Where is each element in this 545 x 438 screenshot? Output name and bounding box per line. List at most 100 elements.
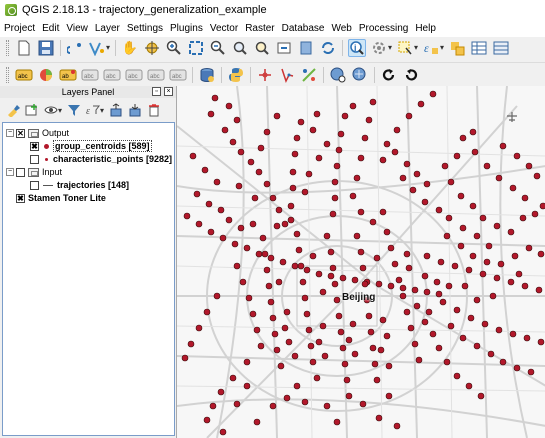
close-panel-icon[interactable]: × bbox=[164, 87, 173, 96]
centroid-point bbox=[437, 258, 445, 266]
select-by-expression-icon[interactable]: ε bbox=[422, 39, 440, 57]
map-svg[interactable] bbox=[177, 86, 545, 438]
pin-labels-icon[interactable]: abc bbox=[81, 66, 99, 84]
centroid-point bbox=[345, 336, 353, 344]
collapse-all-icon[interactable] bbox=[127, 103, 142, 118]
layer-characteristic-points-row[interactable]: characteristic_points [9282] bbox=[30, 153, 172, 165]
float-panel-icon[interactable]: ▫ bbox=[152, 87, 161, 96]
pan-hand-icon[interactable]: ✋ bbox=[121, 39, 139, 57]
centroid-point bbox=[229, 138, 237, 146]
group-input-checkbox[interactable] bbox=[16, 167, 25, 177]
menu-plugins[interactable]: Plugins bbox=[170, 23, 203, 34]
snapping-icon[interactable] bbox=[278, 66, 296, 84]
menu-settings[interactable]: Settings bbox=[127, 23, 163, 34]
menu-web[interactable]: Web bbox=[331, 23, 351, 34]
centroid-point bbox=[219, 428, 227, 436]
field-calculator-icon[interactable] bbox=[492, 39, 510, 57]
toolbar-grip[interactable] bbox=[6, 39, 9, 56]
add-group-icon[interactable] bbox=[24, 103, 39, 118]
centroid-point bbox=[279, 258, 287, 266]
map-canvas[interactable]: Beijing bbox=[176, 86, 545, 438]
centroid-point bbox=[479, 214, 487, 222]
globe-query-icon[interactable] bbox=[329, 66, 347, 84]
centroid-point bbox=[297, 262, 305, 270]
show-hide-labels-icon[interactable]: abc bbox=[103, 66, 121, 84]
run-action-icon[interactable] bbox=[370, 39, 388, 57]
zoom-full-icon[interactable] bbox=[187, 39, 205, 57]
svg-text:ε: ε bbox=[86, 106, 90, 117]
centroid-point bbox=[495, 326, 503, 334]
move-label-icon[interactable]: abc bbox=[125, 66, 143, 84]
centroid-point bbox=[291, 352, 299, 360]
centroid-point bbox=[407, 324, 415, 332]
filter-by-expression-icon[interactable]: ε bbox=[85, 103, 100, 118]
select-features-icon[interactable] bbox=[396, 39, 414, 57]
menu-database[interactable]: Database bbox=[282, 23, 325, 34]
change-label-icon[interactable]: abc bbox=[169, 66, 187, 84]
layer-trajectories-checkbox[interactable] bbox=[30, 180, 39, 190]
group-output-row[interactable]: − ✕ Output bbox=[6, 127, 69, 139]
centroid-point bbox=[303, 266, 311, 274]
centroid-point bbox=[295, 246, 303, 254]
zoom-out-icon[interactable] bbox=[209, 39, 227, 57]
save-project-icon[interactable] bbox=[37, 39, 55, 57]
digitize-line-icon[interactable] bbox=[256, 66, 274, 84]
open-project-icon[interactable] bbox=[66, 39, 84, 57]
open-layer-styling-icon[interactable] bbox=[5, 103, 20, 118]
collapse-icon[interactable]: − bbox=[6, 129, 14, 137]
menu-edit[interactable]: Edit bbox=[42, 23, 59, 34]
centroid-point bbox=[339, 274, 347, 282]
highlight-pinned-labels-icon[interactable]: ab bbox=[59, 66, 77, 84]
vector-style-icon[interactable] bbox=[88, 39, 106, 57]
pan-to-selection-icon[interactable] bbox=[143, 39, 161, 57]
rotate-label-icon[interactable]: abc bbox=[147, 66, 165, 84]
layer-diagram-icon[interactable] bbox=[37, 66, 55, 84]
centroid-point bbox=[309, 252, 317, 260]
new-project-icon[interactable] bbox=[15, 39, 33, 57]
centroid-point bbox=[309, 126, 317, 134]
menu-project[interactable]: Project bbox=[4, 23, 35, 34]
menu-raster[interactable]: Raster bbox=[245, 23, 274, 34]
zoom-layer-icon[interactable] bbox=[231, 39, 249, 57]
layer-group-centroids-row[interactable]: ✖ group_centroids [589] bbox=[30, 140, 152, 152]
python-console-icon[interactable] bbox=[227, 66, 245, 84]
layer-basemap-checkbox[interactable]: ✖ bbox=[16, 193, 25, 203]
label-toolbar-icon[interactable]: abc bbox=[15, 66, 33, 84]
centroid-point bbox=[447, 178, 455, 186]
undo-icon[interactable] bbox=[402, 66, 420, 84]
zoom-in-icon[interactable] bbox=[165, 39, 183, 57]
filter-legend-icon[interactable] bbox=[66, 103, 81, 118]
group-input-row[interactable]: − Input bbox=[6, 166, 62, 178]
expand-all-icon[interactable] bbox=[108, 103, 123, 118]
layer-trajectories-row[interactable]: trajectories [148] bbox=[30, 179, 129, 191]
menu-processing[interactable]: Processing bbox=[359, 23, 408, 34]
centroid-point bbox=[483, 258, 491, 266]
globe-search-icon[interactable] bbox=[351, 66, 369, 84]
centroid-point bbox=[265, 282, 273, 290]
vertex-tool-icon[interactable] bbox=[300, 66, 318, 84]
layer-basemap-row[interactable]: ✖ Stamen Toner Lite bbox=[16, 192, 106, 204]
layer-group-centroids-checkbox[interactable]: ✖ bbox=[30, 141, 39, 151]
deselect-icon[interactable] bbox=[448, 39, 466, 57]
zoom-selection-icon[interactable] bbox=[253, 39, 271, 57]
menu-help[interactable]: Help bbox=[415, 23, 436, 34]
centroid-point bbox=[193, 190, 201, 198]
menu-vector[interactable]: Vector bbox=[210, 23, 238, 34]
refresh-icon[interactable] bbox=[319, 39, 337, 57]
remove-layer-icon[interactable] bbox=[146, 103, 161, 118]
collapse-icon[interactable]: − bbox=[6, 168, 14, 176]
attribute-table-icon[interactable] bbox=[470, 39, 488, 57]
group-output-checkbox[interactable]: ✕ bbox=[16, 128, 25, 138]
layer-characteristic-points-checkbox[interactable] bbox=[30, 154, 39, 164]
centroid-point bbox=[527, 368, 535, 376]
redo-icon[interactable] bbox=[380, 66, 398, 84]
toolbar-grip-2[interactable] bbox=[6, 66, 9, 83]
menu-view[interactable]: View bbox=[66, 23, 88, 34]
db-manager-icon[interactable] bbox=[198, 66, 216, 84]
menu-layer[interactable]: Layer bbox=[95, 23, 120, 34]
identify-features-icon[interactable]: i bbox=[348, 38, 367, 57]
new-bookmark-icon[interactable] bbox=[297, 39, 315, 57]
zoom-last-icon[interactable] bbox=[275, 39, 293, 57]
centroid-point bbox=[417, 100, 425, 108]
manage-visibility-icon[interactable] bbox=[43, 103, 58, 118]
